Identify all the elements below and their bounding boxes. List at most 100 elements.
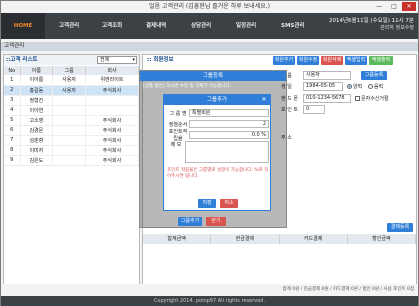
point-rate-label: 포인트적립율 [168, 129, 188, 142]
footer-copyright: Copyright 2014. poinp97 All rights reser… [1, 296, 418, 306]
column-header[interactable]: 회사 [85, 66, 140, 75]
group-filter-select[interactable]: 전체 [97, 56, 137, 64]
radio-checked-icon [347, 84, 352, 89]
column-header[interactable]: 그룹 [52, 66, 86, 75]
column-header[interactable]: No [4, 66, 21, 75]
excel-import-button[interactable]: 엑셀입력 [345, 56, 367, 65]
close-icon[interactable]: ✕ [260, 96, 268, 104]
table-row[interactable]: 9 김은도 주식회사 [4, 155, 140, 166]
phone-input[interactable]: 010-1234-5678 [303, 94, 351, 103]
nav-consult[interactable]: 상담관리 [191, 13, 211, 39]
customer-list-panel: ::고객 리스트 전체 No 이름 그룹 회사 1이아름사용자위엔라이트2홍길동… [3, 54, 140, 299]
excel-export-button[interactable]: 엑셀출력 [369, 56, 393, 65]
table-row[interactable]: 1 이아름 사용자 위엔라이트 [4, 75, 140, 86]
table-cell: 이미자 [20, 145, 54, 156]
group-name-row: 그 룹 명 특별회원 [167, 108, 269, 118]
table-cell [52, 145, 86, 156]
save-button[interactable]: 저장 [198, 199, 216, 208]
top-navigation: HOME 고객관리 고객조회 결제내역 상담관리 일정관리 SMS관리 2014… [1, 13, 418, 39]
radio-unchecked-icon [368, 84, 373, 89]
table-cell [52, 155, 86, 166]
datetime-text: 2014년6월11일 (수요일) 11시 7분 [328, 18, 414, 24]
payment-register-button[interactable]: 결제등록 [387, 223, 413, 232]
status-text: 합계 0원 / 현금결제 0원 / 카드결제 0원 / 할인 0원 / 사용 포… [282, 287, 414, 292]
table-cell: 6 [4, 125, 21, 136]
table-cell: 김은도 [20, 155, 54, 166]
nav-customer-manage[interactable]: 고객관리 [59, 13, 79, 39]
window-title: 얼음 고객관리 (김흥현님 즐거운 하루 보내세요.) [148, 3, 270, 10]
add-group-button[interactable]: 그룹추가 [178, 217, 202, 226]
sum-total-header: 합계금액 [143, 234, 212, 244]
group-register-button[interactable]: 그룹등록 [361, 71, 387, 80]
lunar-radio[interactable]: 음력 [368, 83, 383, 90]
table-row[interactable]: 6 김경문 주식회사 [4, 125, 140, 136]
table-cell: 9 [4, 155, 21, 166]
table-row[interactable]: 8 이미자 주식회사 [4, 145, 140, 156]
memo-textarea[interactable] [185, 141, 269, 163]
sms-refuse-checkbox[interactable]: 문자수신거절 [355, 95, 389, 102]
table-cell [52, 115, 86, 126]
point-rate-row: 포인트적립율 0.0 % [167, 129, 269, 142]
table-cell: 정형진 [20, 95, 54, 106]
nav-home[interactable]: HOME [1, 13, 45, 39]
nav-schedule[interactable]: 일정관리 [236, 13, 256, 39]
table-cell [52, 125, 86, 136]
table-row[interactable]: 4 이아연 [4, 105, 140, 116]
checkbox-icon [355, 96, 360, 101]
table-cell: 주식회사 [85, 145, 140, 156]
nav-payments[interactable]: 결제내역 [146, 13, 166, 39]
window-controls: — □ ✕ [372, 2, 416, 11]
table-cell: 사용자 [52, 85, 86, 96]
table-row[interactable]: 5 고소영 주식회사 [4, 115, 140, 126]
group-add-title: 그룹추가 [164, 95, 270, 105]
table-cell: 7 [4, 135, 21, 146]
table-row[interactable]: 7 성춘향 주식회사 [4, 135, 140, 146]
point-rate-note: 포인트 적립율은 그룹별로 설정이 가능합니다. %로 적어주시면 됩니다. [167, 168, 269, 179]
solar-radio[interactable]: 양력 [347, 83, 362, 90]
table-cell: 고소영 [20, 115, 54, 126]
table-cell: 사용자 [52, 75, 86, 86]
group-register-title: 그룹등록 [140, 71, 286, 81]
nav-customer-search[interactable]: 고객조회 [102, 13, 122, 39]
table-cell: 위엔라이트 [85, 75, 140, 86]
table-cell [52, 95, 86, 106]
table-cell: 이아름 [20, 75, 54, 86]
minimize-button[interactable]: — [372, 2, 386, 11]
sms-refuse-label: 문자수신거절 [361, 96, 389, 102]
group-name-label: 그 룹 명 [169, 110, 187, 117]
table-row[interactable]: 3 정형진 [4, 95, 140, 106]
admin-edit-link[interactable]: 관리자 정보수정 [329, 25, 414, 32]
sort-order-input[interactable]: 2 [189, 120, 269, 128]
point-input[interactable]: 0 [303, 105, 325, 114]
table-cell: 2 [4, 85, 21, 96]
table-cell [85, 105, 140, 116]
table-cell: 이아연 [20, 105, 54, 116]
point-rate-input[interactable]: 0.0 % [189, 131, 269, 139]
app-window: 얼음 고객관리 (김흥현님 즐거운 하루 보내세요.) — □ ✕ HOME 고… [0, 0, 419, 306]
column-header[interactable]: 이름 [20, 66, 54, 75]
close-button[interactable]: ✕ [402, 2, 416, 11]
group-register-message: [상품 할인] 하시면 수정 및 삭제가 가능합니다. [143, 84, 232, 89]
table-cell [52, 105, 86, 116]
group-select[interactable]: 사용자 [303, 71, 351, 80]
group-add-form: 그 룹 명 특별회원 정렬순서 2 포인트적립율 0.0 % 메 모 포인트 적… [167, 108, 269, 180]
table-row[interactable]: 2 홍길동 사용자 주식회사 [4, 85, 140, 96]
status-bar: 합계 0원 / 현금결제 0원 / 카드결제 0원 / 할인 0원 / 사용 포… [1, 284, 418, 296]
group-name-input[interactable]: 특별회원 [189, 109, 269, 117]
close-dialog-button[interactable]: 닫기 [206, 217, 226, 226]
title-bar: 얼음 고객관리 (김흥현님 즐거운 하루 보내세요.) — □ ✕ [1, 1, 418, 13]
birth-input[interactable]: 1984-05-05 [303, 82, 343, 91]
table-cell: 주식회사 [85, 125, 140, 136]
section-title: 고객관리 [1, 42, 418, 51]
delete-member-button[interactable]: 회원삭제 [321, 56, 343, 65]
maximize-button[interactable]: □ [387, 2, 401, 11]
memo-row: 메 모 [167, 141, 269, 165]
cancel-button[interactable]: 취소 [220, 199, 238, 208]
add-member-button[interactable]: 회원추가 [273, 56, 295, 65]
nav-sms[interactable]: SMS관리 [281, 13, 305, 39]
edit-member-button[interactable]: 회원수정 [297, 56, 319, 65]
sum-cash-header: 현금결제 [211, 234, 280, 244]
table-cell: 5 [4, 115, 21, 126]
table-cell: 김경문 [20, 125, 54, 136]
table-cell: 주식회사 [85, 155, 140, 166]
